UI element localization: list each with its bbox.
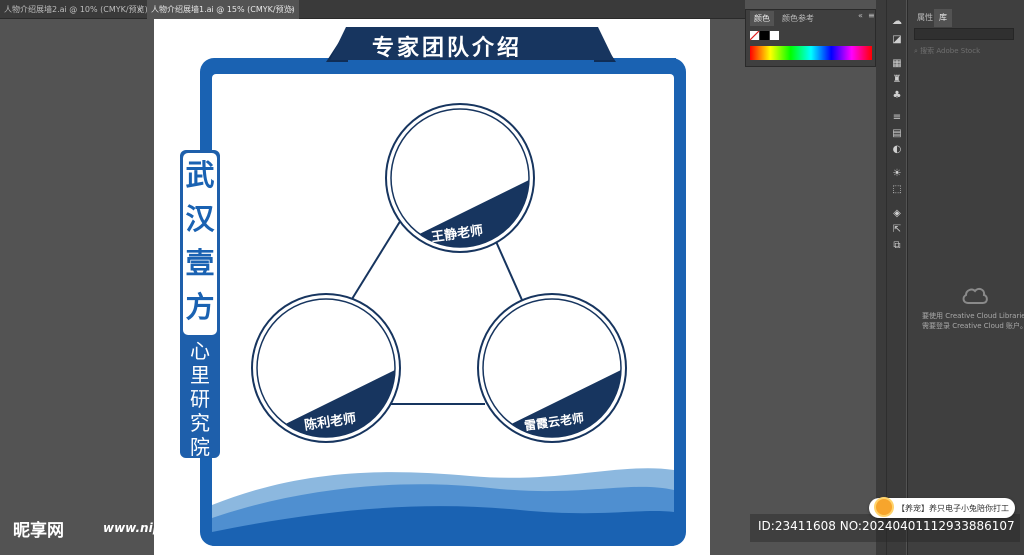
notification-text: 【养宠】养只电子小兔陪你打工 bbox=[897, 504, 1009, 513]
brushes-icon[interactable]: ♜ bbox=[891, 74, 903, 86]
color-panel: 颜色 颜色参考 « ≡ bbox=[745, 9, 876, 67]
libraries-tabs: 属性 库 bbox=[908, 9, 1024, 27]
black-swatch[interactable] bbox=[760, 31, 769, 40]
id-watermark: ID:23411608 NO:20240401112933886107 bbox=[758, 519, 1015, 533]
swatches-icon[interactable]: ▦ bbox=[891, 58, 903, 70]
dock-gap bbox=[876, 0, 886, 555]
vertical-subtitle-char: 里 bbox=[190, 363, 210, 387]
tab-color-guide[interactable]: 颜色参考 bbox=[778, 11, 818, 26]
vertical-subtitle-char: 究 bbox=[190, 411, 210, 435]
color-spectrum-slider[interactable] bbox=[750, 46, 872, 60]
white-swatch[interactable] bbox=[770, 31, 779, 40]
color-swatches bbox=[750, 31, 779, 41]
layers-icon[interactable]: ◈ bbox=[891, 208, 903, 220]
tab-libraries-label: 库 bbox=[939, 13, 947, 22]
gradient-icon[interactable]: ▤ bbox=[891, 128, 903, 140]
libraries-panel: 属性 库 ⌕ 搜索 Adobe Stock bbox=[907, 0, 1024, 555]
cc-login-message: 要使用 Creative Cloud Libraries， 需要登录 Creat… bbox=[922, 311, 1024, 331]
vertical-subtitle-char: 院 bbox=[190, 435, 210, 459]
sun-icon bbox=[874, 497, 894, 517]
panel-icon-strip: ☁ ◪ ▦ ♜ ♣ ≡ ▤ ◐ ☀ ⬚ ◈ ⇱ ⧉ bbox=[886, 0, 906, 555]
vertical-title: 武 汉 壹 方 bbox=[184, 153, 216, 329]
banner-title: 专家团队介绍 bbox=[372, 35, 523, 61]
creative-cloud-icon bbox=[962, 287, 988, 304]
collapse-icon[interactable]: « bbox=[858, 11, 863, 20]
vertical-title-char: 壹 bbox=[185, 246, 215, 280]
vertical-title-char: 武 bbox=[185, 158, 215, 192]
tab-libraries[interactable]: 库 bbox=[934, 9, 952, 27]
tab-properties-label: 属性 bbox=[917, 13, 933, 22]
vertical-title-char: 汉 bbox=[185, 202, 215, 236]
stroke-icon[interactable]: ≡ bbox=[891, 112, 903, 124]
export-icon[interactable]: ⇱ bbox=[891, 224, 903, 236]
artwork-graphics bbox=[180, 27, 686, 546]
vertical-title-char: 方 bbox=[185, 290, 215, 324]
appearance-icon[interactable]: ☀ bbox=[891, 168, 903, 180]
transparency-icon[interactable]: ◐ bbox=[891, 144, 903, 156]
panel-menu-icon[interactable]: ≡ bbox=[868, 11, 875, 20]
vertical-subtitle-char: 研 bbox=[190, 387, 210, 411]
site-logo-watermark: 昵享网 bbox=[13, 521, 64, 541]
symbols-icon[interactable]: ♣ bbox=[891, 90, 903, 102]
library-select[interactable] bbox=[914, 28, 1014, 40]
tab-color-label: 颜色 bbox=[754, 14, 770, 23]
vertical-subtitle: 心 里 研 究 院 bbox=[184, 339, 216, 459]
site-url-watermark: www.nipic.cn bbox=[103, 521, 193, 535]
cc-login-line-2: 需要登录 Creative Cloud 账户。 bbox=[922, 322, 1024, 330]
cc-libraries-icon[interactable]: ☁ bbox=[891, 16, 903, 28]
cc-login-line-1: 要使用 Creative Cloud Libraries， bbox=[922, 312, 1024, 320]
illustrator-window: { "tabs": [ {"label": "人物介绍展墙2.ai @ 10% … bbox=[0, 0, 1024, 555]
vertical-subtitle-char: 心 bbox=[190, 339, 210, 363]
artboards-icon[interactable]: ⧉ bbox=[891, 240, 903, 252]
graphic-styles-icon[interactable]: ⬚ bbox=[891, 184, 903, 196]
tab-color[interactable]: 颜色 bbox=[750, 11, 774, 26]
tab-color-guide-label: 颜色参考 bbox=[782, 14, 814, 23]
stock-search-input[interactable]: ⌕ 搜索 Adobe Stock bbox=[914, 45, 1014, 57]
search-placeholder: 搜索 Adobe Stock bbox=[920, 47, 981, 55]
properties-icon[interactable]: ◪ bbox=[891, 34, 903, 46]
